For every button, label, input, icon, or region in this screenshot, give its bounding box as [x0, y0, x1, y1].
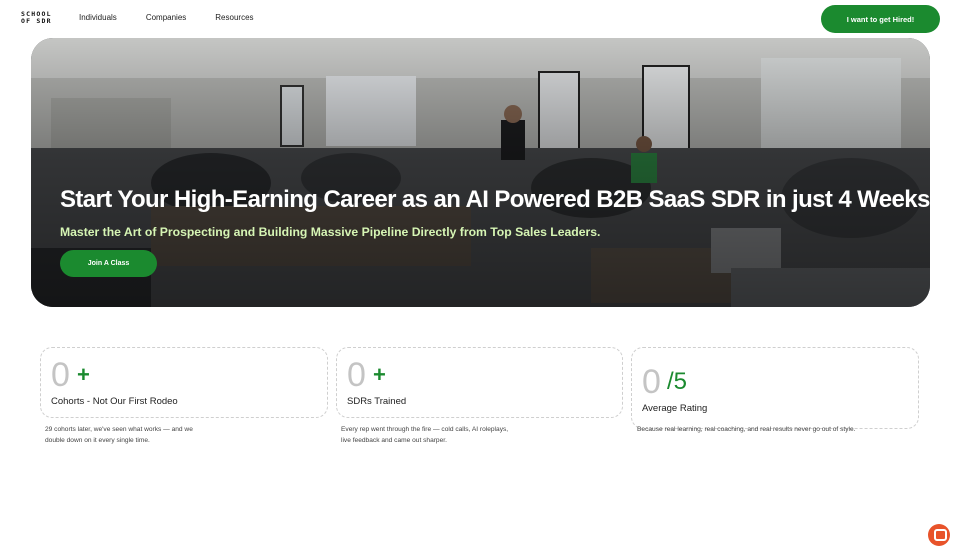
hero-banner: Start Your High-Earning Career as an AI … — [31, 38, 930, 307]
get-hired-button[interactable]: I want to get Hired! — [821, 5, 940, 33]
school-of-sdr-logo[interactable]: SCHOOL OF SDR — [21, 11, 52, 25]
stat-description-rating: Because real learning, real coaching, an… — [637, 426, 856, 433]
stat-value: 0 — [642, 363, 661, 401]
top-navigation: SCHOOL OF SDR Individuals Companies Reso… — [0, 0, 960, 38]
logo-line-2: OF SDR — [21, 17, 52, 25]
stat-label: Average Rating — [642, 403, 708, 414]
stat-label: Cohorts - Not Our First Rodeo — [51, 396, 178, 407]
hero-title: Start Your High-Earning Career as an AI … — [60, 186, 930, 213]
chat-bubble-icon[interactable] — [928, 524, 950, 546]
stat-suffix: + — [77, 362, 90, 387]
stat-card-average-rating: 0 /5 Average Rating — [631, 347, 919, 429]
hero-subtitle: Master the Art of Prospecting and Buildi… — [60, 225, 601, 239]
stat-label: SDRs Trained — [347, 396, 407, 407]
nav-link-companies[interactable]: Companies — [146, 13, 186, 22]
join-a-class-button[interactable]: Join A Class — [60, 250, 157, 277]
stat-value: 0 — [347, 356, 366, 394]
stat-value: 0 — [51, 356, 70, 394]
stat-suffix: /5 — [667, 368, 688, 395]
stat-suffix: + — [373, 362, 386, 387]
stat-card-cohorts: 0 + Cohorts - Not Our First Rodeo — [40, 347, 328, 418]
stat-description-cohorts: 29 cohorts later, we've seen what works … — [45, 426, 193, 444]
stat-description-sdrs: Every rep went through the fire — cold c… — [341, 426, 509, 444]
hero-overlay — [31, 38, 930, 307]
nav-links: Individuals Companies Resources — [79, 13, 283, 22]
nav-link-individuals[interactable]: Individuals — [79, 13, 117, 22]
stat-card-sdrs-trained: 0 + SDRs Trained — [336, 347, 623, 418]
nav-link-resources[interactable]: Resources — [215, 13, 253, 22]
